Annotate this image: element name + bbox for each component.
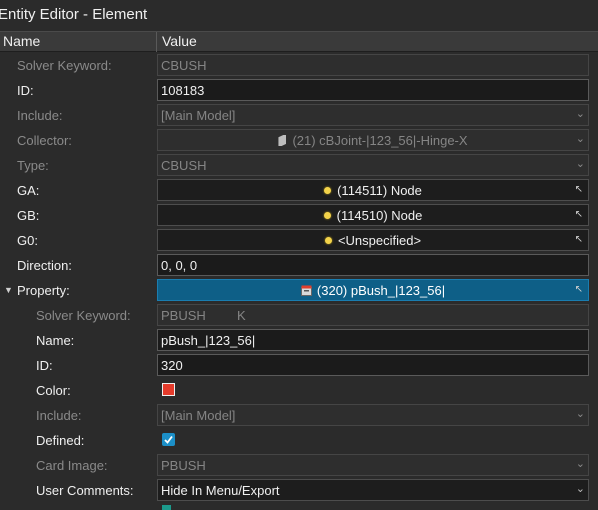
row-prop-id: ID: 320 <box>0 353 598 378</box>
row-label: GB: <box>17 208 40 223</box>
row-property: ▼ Property: (320) pBush_|123_56| ↖ <box>0 278 598 303</box>
row-label: GA: <box>17 183 40 198</box>
prop-id-input[interactable]: 320 <box>157 354 589 376</box>
row-label: Collector: <box>17 133 72 148</box>
row-label: User Comments: <box>36 483 134 498</box>
title-bar: Entity Editor - Element <box>0 0 598 31</box>
node-dot-icon <box>324 187 332 194</box>
user-comments-select[interactable]: Hide In Menu/Export ⌄ <box>157 479 589 501</box>
row-id: ID: 108183 <box>0 78 598 103</box>
pick-cursor-icon: ↖ <box>574 209 583 220</box>
color-swatch[interactable] <box>162 383 175 396</box>
type-select[interactable]: CBUSH ⌄ <box>157 154 589 176</box>
row-prop-solver-keyword: Solver Keyword: PBUSH K <box>0 303 598 328</box>
row-prop-name: Name: pBush_|123_56| <box>0 328 598 353</box>
property-icon <box>300 284 312 296</box>
next-row-indicator <box>162 505 171 510</box>
prop-solver-keyword-field: PBUSH K <box>157 304 589 326</box>
row-prop-color: Color: <box>0 378 598 403</box>
pick-cursor-icon: ↖ <box>574 284 583 295</box>
row-solver-keyword: Solver Keyword: CBUSH <box>0 53 598 78</box>
row-g0: G0: <Unspecified> ↖ <box>0 228 598 253</box>
row-prop-include: Include: [Main Model] ⌄ <box>0 403 598 428</box>
checkmark-icon <box>164 435 173 444</box>
property-selector[interactable]: (320) pBush_|123_56| ↖ <box>157 279 589 301</box>
row-label: Card Image: <box>36 458 108 473</box>
g0-node-selector[interactable]: <Unspecified> ↖ <box>157 229 589 251</box>
ga-node-selector[interactable]: (114511) Node ↖ <box>157 179 589 201</box>
node-dot-icon <box>324 237 332 244</box>
row-label: ID: <box>17 83 34 98</box>
defined-checkbox[interactable] <box>162 433 175 446</box>
row-label: Color: <box>36 383 71 398</box>
row-label: Include: <box>17 108 63 123</box>
row-direction: Direction: 0, 0, 0 <box>0 253 598 278</box>
row-collector: Collector: (21) cBJoint-|123_56|-Hinge-X… <box>0 128 598 153</box>
row-label: G0: <box>17 233 38 248</box>
row-prop-user-comments: User Comments: Hide In Menu/Export ⌄ <box>0 478 598 503</box>
include-select[interactable]: [Main Model] ⌄ <box>157 104 589 126</box>
row-label: ID: <box>36 358 53 373</box>
row-type: Type: CBUSH ⌄ <box>0 153 598 178</box>
row-label: Defined: <box>36 433 85 448</box>
row-include: Include: [Main Model] ⌄ <box>0 103 598 128</box>
card-image-select[interactable]: PBUSH ⌄ <box>157 454 589 476</box>
row-label: Solver Keyword: <box>17 58 112 73</box>
column-name-header[interactable]: Name <box>3 33 40 49</box>
row-prop-defined: Defined: <box>0 428 598 453</box>
chevron-down-icon: ⌄ <box>575 158 585 170</box>
row-label: Solver Keyword: <box>36 308 131 323</box>
id-input[interactable]: 108183 <box>157 79 589 101</box>
column-header: Name Value <box>0 31 598 52</box>
direction-input[interactable]: 0, 0, 0 <box>157 254 589 276</box>
column-separator[interactable] <box>156 32 157 52</box>
chevron-down-icon: ⌄ <box>575 108 585 120</box>
row-ga: GA: (114511) Node ↖ <box>0 178 598 203</box>
collapse-triangle-icon[interactable]: ▼ <box>4 285 13 295</box>
column-value-header[interactable]: Value <box>162 33 197 49</box>
collector-select[interactable]: (21) cBJoint-|123_56|-Hinge-X ⌄ <box>157 129 589 151</box>
prop-name-input[interactable]: pBush_|123_56| <box>157 329 589 351</box>
prop-include-select[interactable]: [Main Model] ⌄ <box>157 404 589 426</box>
row-prop-card-image: Card Image: PBUSH ⌄ <box>0 453 598 478</box>
chevron-down-icon: ⌄ <box>575 408 585 420</box>
row-label: Type: <box>17 158 49 173</box>
row-label: Property: <box>17 283 70 298</box>
row-label: Include: <box>36 408 82 423</box>
component-icon <box>278 135 287 146</box>
chevron-down-icon: ⌄ <box>575 483 585 495</box>
node-dot-icon <box>323 212 331 219</box>
row-label: Name: <box>36 333 75 348</box>
pick-cursor-icon: ↖ <box>574 234 583 245</box>
gb-node-selector[interactable]: (114510) Node ↖ <box>157 204 589 226</box>
window-title: Entity Editor - Element <box>0 6 148 23</box>
row-label: Direction: <box>17 258 72 273</box>
solver-keyword-field: CBUSH <box>157 54 589 76</box>
pick-cursor-icon: ↖ <box>574 184 583 195</box>
row-gb: GB: (114510) Node ↖ <box>0 203 598 228</box>
chevron-down-icon: ⌄ <box>575 458 585 470</box>
chevron-down-icon: ⌄ <box>575 133 585 145</box>
